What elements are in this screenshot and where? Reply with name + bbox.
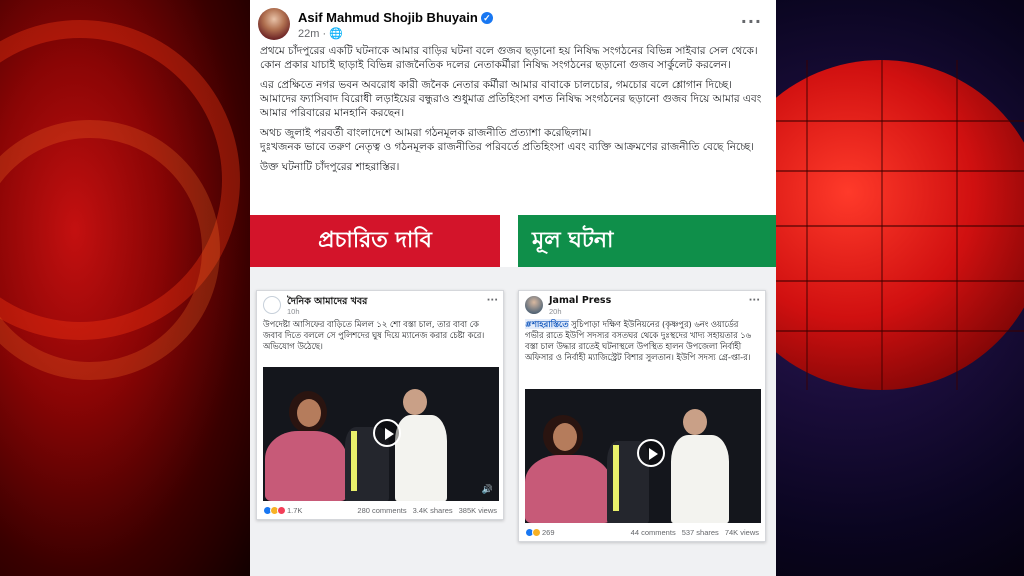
fact-banner: মূল ঘটনা [518, 215, 776, 267]
claim-banner: প্রচারিত দাবি [250, 215, 500, 267]
video-frame-person [525, 455, 611, 523]
card-header: Jamal Press 20h ··· [519, 291, 765, 319]
post-time[interactable]: 22m [298, 28, 319, 40]
play-icon[interactable] [373, 419, 401, 447]
shared-post-fact[interactable]: Jamal Press 20h ··· #শাহরাস্তিতে সুচিপাড… [518, 290, 766, 542]
card-time: 10h [287, 307, 300, 316]
post-meta: 22m · 🌐 [298, 28, 343, 40]
globe-icon: 🌐 [329, 28, 343, 40]
views-count: 74K views [724, 527, 759, 537]
volume-icon[interactable]: 🔊 [482, 485, 493, 495]
reactions-count[interactable]: 269 [542, 528, 555, 537]
post-paragraph-2: এর প্রেক্ষিতে নগর ভবন অবরোধ কারী জনৈক নে… [260, 79, 762, 119]
shares-count[interactable]: 3.4K shares [413, 506, 453, 515]
page-name[interactable]: Jamal Press [549, 295, 611, 306]
video-frame-person [671, 435, 729, 523]
video-frame-detail [351, 431, 357, 491]
reactions-icon[interactable] [263, 505, 286, 515]
post-paragraph-4: দুঃখজনক ভাবে তরুণ নেতৃত্ব ও গঠনমূলক রাজন… [260, 141, 754, 153]
video-frame-face [297, 399, 321, 427]
reactions-icon[interactable] [525, 527, 541, 537]
shared-post-claim[interactable]: দৈনিক আমাদের খবর 10h ··· উপদেষ্টা আসিফের… [256, 290, 504, 520]
video-frame-person [265, 431, 347, 501]
card-text: উপদেষ্টা আসিফের বাড়িতে মিলল ১২ শো বস্তা… [263, 319, 485, 351]
more-options-icon[interactable]: ··· [741, 12, 762, 31]
more-options-icon[interactable]: ··· [487, 295, 498, 306]
video-frame-detail [613, 445, 619, 511]
play-icon[interactable] [637, 439, 665, 467]
post-paragraph-3: অথচ জুলাই পরবর্তী বাংলাদেশে আমরা গঠনমূলক… [260, 127, 592, 139]
background-right-graphic [776, 0, 1024, 576]
video-frame-face [553, 423, 577, 451]
card-time: 20h [549, 307, 562, 316]
post-paragraph-1: প্রথমে চাঁদপুরের একটি ঘটনাকে আমার বাড়ির… [260, 45, 758, 71]
author-name-link[interactable]: Asif Mahmud Shojib Bhuyain ✓ [298, 10, 493, 25]
video-player[interactable]: 🔊 [263, 367, 499, 501]
views-count: 385K views [458, 505, 497, 515]
facebook-post: Asif Mahmud Shojib Bhuyain ✓ 22m · 🌐 ··· … [250, 0, 776, 576]
more-options-icon[interactable]: ··· [749, 295, 760, 306]
comments-count[interactable]: 44 comments [631, 528, 676, 537]
author-name[interactable]: Asif Mahmud Shojib Bhuyain [298, 10, 478, 25]
comments-count[interactable]: 280 comments [357, 506, 406, 515]
hashtag-link[interactable]: #শাহরাস্তিতে [525, 319, 569, 329]
verified-badge-icon: ✓ [480, 12, 493, 24]
video-player[interactable] [525, 389, 761, 523]
video-frame-face [403, 389, 427, 415]
card-stats: 269 44 comments 537 shares 74K views [525, 525, 759, 539]
globe-graphic [776, 60, 1024, 390]
background-left-graphic [0, 0, 250, 576]
card-stats: 1.7K 280 comments 3.4K shares 385K views [263, 503, 497, 517]
shares-count[interactable]: 537 shares [682, 528, 719, 537]
author-avatar[interactable] [258, 8, 290, 40]
video-frame-person [395, 415, 447, 501]
video-frame-face [683, 409, 707, 435]
page-avatar[interactable] [263, 296, 281, 314]
reactions-count[interactable]: 1.7K [287, 506, 302, 515]
card-header: দৈনিক আমাদের খবর 10h ··· [257, 291, 503, 319]
page-avatar[interactable] [525, 296, 543, 314]
post-header: Asif Mahmud Shojib Bhuyain ✓ 22m · 🌐 ··· [258, 8, 768, 42]
post-body: প্রথমে চাঁদপুরের একটি ঘটনাকে আমার বাড়ির… [260, 44, 765, 180]
post-paragraph-5: উক্ত ঘটনাটি চাঁদপুরের শাহরাস্তির। [260, 161, 400, 173]
card-text: #শাহরাস্তিতে সুচিপাড়া দক্ষিণ ইউনিয়নের … [519, 319, 765, 387]
